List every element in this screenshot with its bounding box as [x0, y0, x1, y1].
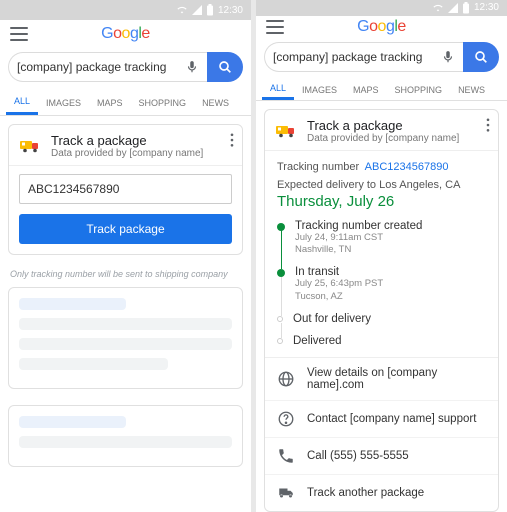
delivery-date: Thursday, July 26 [277, 193, 486, 210]
card-header: Track a package Data provided by [compan… [265, 110, 498, 150]
tab-maps[interactable]: MAPS [345, 80, 387, 100]
tracking-number-input[interactable] [19, 174, 232, 204]
card-actions: View details on [company name].com Conta… [265, 357, 498, 511]
status-bar: 12:30 [256, 0, 507, 16]
google-logo: Google [101, 25, 150, 43]
card-title: Track a package [307, 118, 459, 133]
track-result-card: Track a package Data provided by [compan… [264, 109, 499, 512]
card-body: Track package [9, 165, 242, 254]
timeline-step: Tracking number created July 24, 9:11am … [277, 220, 486, 267]
search-box[interactable] [264, 42, 463, 72]
action-contact-support[interactable]: Contact [company name] support [265, 401, 498, 438]
status-bar: 12:30 [0, 0, 251, 20]
search-icon [473, 49, 489, 65]
signal-icon [192, 5, 202, 15]
tab-news[interactable]: NEWS [450, 80, 493, 100]
action-track-another[interactable]: Track another package [265, 475, 498, 511]
tab-all[interactable]: ALL [262, 80, 294, 100]
timeline-dot-pending-icon [277, 316, 283, 322]
placeholder-card [8, 287, 243, 389]
mic-icon[interactable] [441, 50, 455, 64]
tab-shopping[interactable]: SHOPPING [131, 90, 195, 115]
card-subtitle: Data provided by [company name] [51, 148, 203, 159]
search-row [8, 52, 243, 82]
step-title: Tracking number created [295, 220, 422, 232]
tab-shopping[interactable]: SHOPPING [387, 80, 451, 100]
action-view-details[interactable]: View details on [company name].com [265, 358, 498, 401]
step-timestamp: July 24, 9:11am CST [295, 232, 422, 244]
timeline-step: In transit July 25, 6:43pm PST Tucson, A… [277, 266, 486, 313]
search-box[interactable] [8, 52, 207, 82]
menu-icon[interactable] [10, 27, 28, 41]
status-time: 12:30 [474, 2, 499, 13]
card-header: Track a package Data provided by [compan… [9, 125, 242, 165]
track-package-button[interactable]: Track package [19, 214, 232, 244]
card-subtitle: Data provided by [company name] [307, 133, 459, 144]
timeline-dot-pending-icon [277, 338, 283, 344]
timeline-step: Delivered [277, 335, 486, 347]
search-button[interactable] [463, 42, 499, 72]
tracking-timeline: Tracking number created July 24, 9:11am … [277, 220, 486, 347]
search-tabs: ALL IMAGES MAPS SHOPPING NEWS [256, 80, 507, 101]
step-title: In transit [295, 266, 383, 278]
more-icon[interactable] [230, 133, 234, 147]
tab-maps[interactable]: MAPS [89, 90, 131, 115]
phone-icon [277, 447, 295, 465]
action-call[interactable]: Call (555) 555-5555 [265, 438, 498, 475]
app-bar: Google [256, 16, 507, 38]
disclaimer-text: Only tracking number will be sent to shi… [10, 269, 241, 279]
help-icon [277, 410, 295, 428]
wifi-icon [432, 3, 444, 13]
signal-icon [448, 3, 458, 13]
track-card: Track a package Data provided by [compan… [8, 124, 243, 255]
card-title: Track a package [51, 133, 203, 148]
card-body: Tracking number ABC1234567890 Expected d… [265, 150, 498, 357]
step-title: Out for delivery [293, 313, 371, 325]
timeline-dot-done-icon [277, 223, 285, 231]
search-icon [217, 59, 233, 75]
step-location: Tucson, AZ [295, 291, 383, 303]
app-bar: Google [0, 20, 251, 48]
tracking-number-label: Tracking number [277, 161, 359, 173]
globe-icon [277, 370, 295, 388]
action-label: Call (555) 555-5555 [307, 450, 409, 462]
action-label: View details on [company name].com [307, 367, 486, 391]
action-label: Contact [company name] support [307, 413, 476, 425]
search-button[interactable] [207, 52, 243, 82]
truck-outline-icon [277, 484, 295, 502]
step-title: Delivered [293, 335, 342, 347]
step-timestamp: July 25, 6:43pm PST [295, 278, 383, 290]
search-tabs: ALL IMAGES MAPS SHOPPING NEWS [0, 90, 251, 116]
tracking-number-value[interactable]: ABC1234567890 [365, 161, 449, 173]
menu-icon[interactable] [266, 20, 284, 34]
search-input[interactable] [17, 60, 185, 74]
tab-all[interactable]: ALL [6, 90, 38, 115]
tab-news[interactable]: NEWS [194, 90, 237, 115]
wifi-icon [176, 5, 188, 15]
step-location: Nashville, TN [295, 244, 422, 256]
tab-images[interactable]: IMAGES [294, 80, 345, 100]
more-icon[interactable] [486, 118, 490, 132]
placeholder-card [8, 405, 243, 467]
action-label: Track another package [307, 487, 424, 499]
search-row [264, 42, 499, 72]
truck-icon [19, 134, 43, 158]
phone-screen-result: 12:30 Google ALL IMAGES MAPS SHOPPING NE… [256, 0, 507, 512]
battery-icon [206, 4, 214, 16]
truck-icon [275, 119, 299, 143]
timeline-dot-done-icon [277, 269, 285, 277]
search-input[interactable] [273, 50, 441, 64]
google-logo: Google [357, 18, 406, 36]
tab-images[interactable]: IMAGES [38, 90, 89, 115]
battery-icon [462, 2, 470, 14]
phone-screen-input: 12:30 Google ALL IMAGES MAPS SHOPPING NE… [0, 0, 251, 512]
expected-delivery-text: Expected delivery to Los Angeles, CA [277, 179, 486, 191]
mic-icon[interactable] [185, 60, 199, 74]
timeline-step: Out for delivery [277, 313, 486, 335]
status-time: 12:30 [218, 5, 243, 16]
